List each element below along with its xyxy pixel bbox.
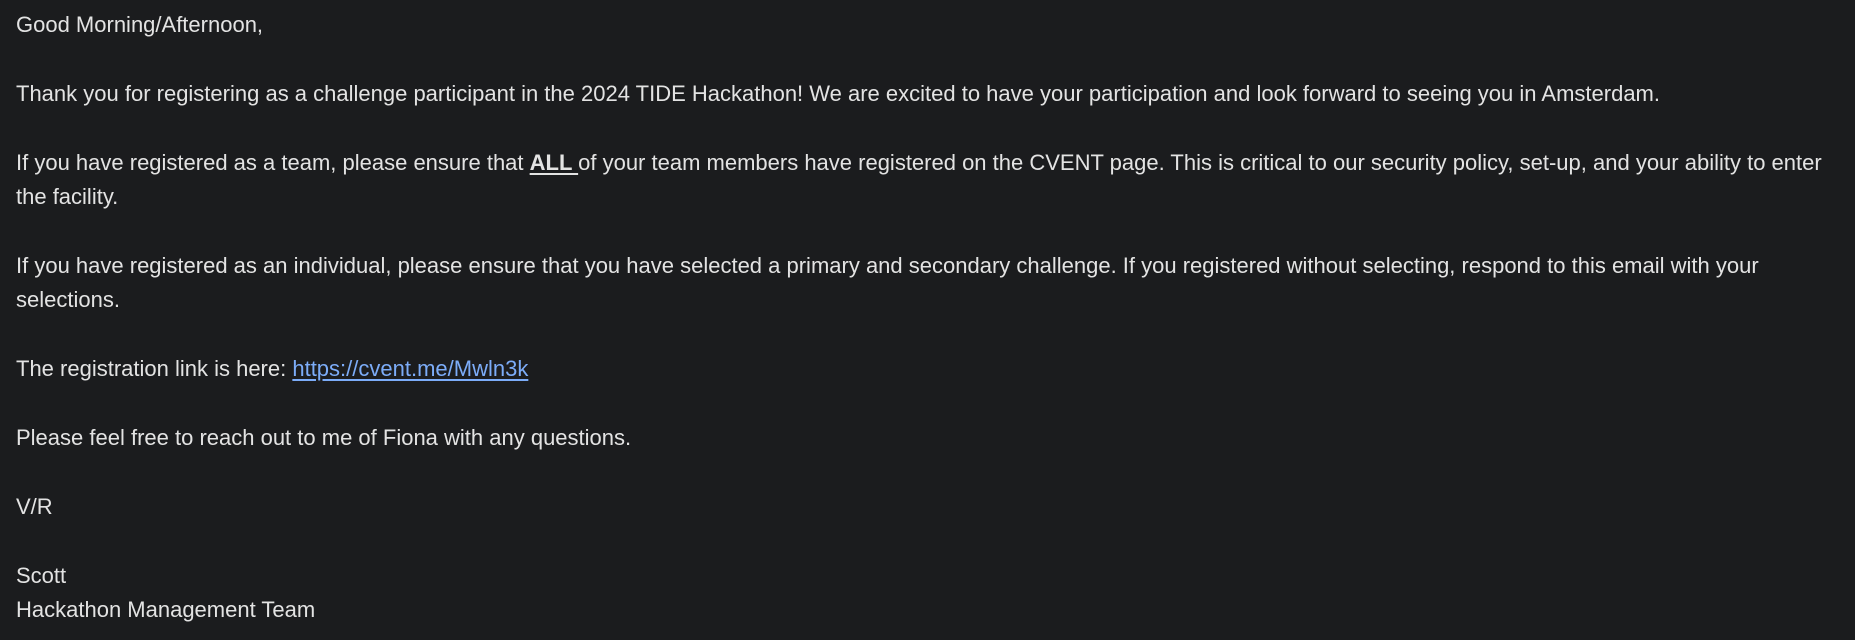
signature-name: Scott [16,563,67,588]
questions-paragraph: Please feel free to reach out to me of F… [16,425,632,450]
registration-link[interactable]: https://cvent.me/Mwln3k [292,356,528,381]
all-emphasis: ALL [529,150,579,175]
email-body: Good Morning/Afternoon, Thank you for re… [0,0,1855,640]
team-paragraph-text-start: If you have registered as a team, please… [16,150,530,175]
signature-team: Hackathon Management Team [16,597,316,622]
greeting: Good Morning/Afternoon, [16,12,264,37]
registration-link-label: The registration link is here: [16,356,293,381]
team-registration-paragraph: If you have registered as a team, please… [16,146,1843,214]
thank-you-paragraph: Thank you for registering as a challenge… [16,81,1660,106]
registration-link-paragraph: The registration link is here: https://c… [16,352,1843,386]
individual-registration-paragraph: If you have registered as an individual,… [16,253,1759,312]
closing: V/R [16,494,53,519]
